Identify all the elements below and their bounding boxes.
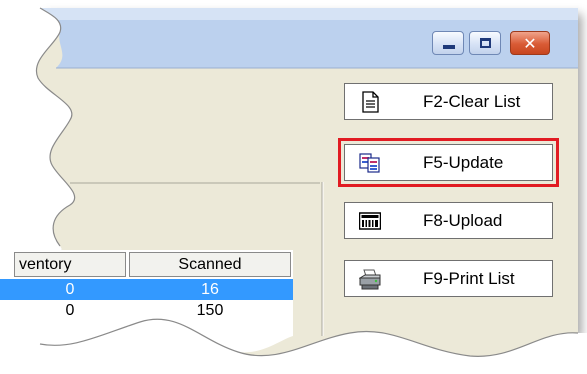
upload-button[interactable]: F8-Upload: [344, 202, 553, 239]
print-list-label: F9-Print List: [423, 269, 515, 288]
maximize-icon: [480, 38, 491, 48]
printer-icon: [359, 269, 381, 290]
maximize-button[interactable]: [469, 31, 501, 55]
upload-label: F8-Upload: [423, 211, 503, 230]
upload-icon: [359, 212, 381, 230]
print-list-button[interactable]: F9-Print List: [344, 260, 553, 297]
column-header-scanned[interactable]: Scanned: [129, 252, 291, 277]
update-label: F5-Update: [423, 153, 504, 172]
table-cell-scanned: 150: [196, 302, 224, 319]
update-button[interactable]: F5-Update: [338, 138, 559, 187]
column-header-inventory[interactable]: ventory: [14, 252, 126, 277]
minimize-button[interactable]: [432, 31, 464, 55]
table-cell-inventory: 0: [65, 302, 75, 319]
minimize-icon: [443, 45, 455, 49]
table-cell-scanned: 16: [201, 281, 219, 298]
close-button[interactable]: ✕: [510, 31, 550, 55]
close-icon: ✕: [523, 33, 537, 53]
app-window-fragment: ✕ F2-Clear List F5-Update F8-Upload F9-P…: [0, 0, 587, 374]
clear-list-label: F2-Clear List: [423, 92, 521, 111]
clear-list-button[interactable]: F2-Clear List: [344, 83, 553, 120]
document-icon: [362, 91, 379, 113]
refresh-icon: [359, 153, 380, 173]
table-cell-inventory: 0: [65, 281, 75, 298]
